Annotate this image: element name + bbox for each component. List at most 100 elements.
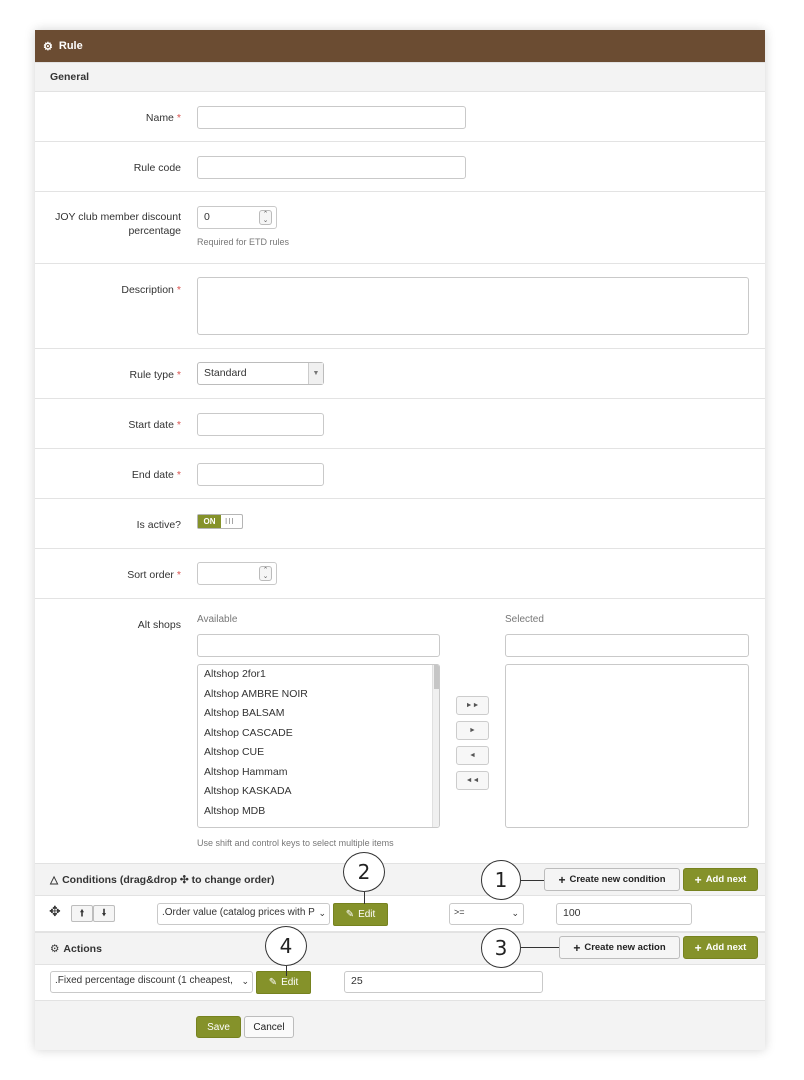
panel-title-bar: ⚙ Rule — [35, 30, 765, 62]
action-type-select[interactable]: .Fixed percentage discount (1 cheapest, … — [50, 971, 253, 993]
move-right-button[interactable]: ► — [456, 721, 489, 740]
list-scrollbar[interactable] — [432, 665, 439, 827]
action-type-value: .Fixed percentage discount (1 cheapest, — [55, 975, 233, 986]
selected-label: Selected — [505, 614, 544, 625]
move-all-left-button[interactable]: ◄◄ — [456, 771, 489, 790]
scroll-thumb[interactable] — [434, 665, 439, 689]
condition-amount-input[interactable]: 100 — [556, 903, 692, 925]
move-all-right-button[interactable]: ►► — [456, 696, 489, 715]
edit-action-label: Edit — [281, 977, 299, 988]
condition-type-select[interactable]: .Order value (catalog prices with P ⌄ — [157, 903, 330, 925]
callout-1-line — [521, 880, 544, 881]
sort-order-input[interactable]: ⌃ ⌄ — [197, 562, 277, 585]
create-new-condition-button[interactable]: + Create new condition — [544, 868, 680, 891]
save-button[interactable]: Save — [196, 1016, 241, 1038]
end-date-input[interactable] — [197, 463, 324, 486]
drag-handle-icon[interactable]: ✥ — [49, 903, 61, 920]
callout-3-line — [521, 947, 559, 948]
rule-type-row: Rule type * Standard ▼ — [35, 349, 765, 399]
plus-icon: + — [694, 872, 702, 887]
spinner-icon[interactable]: ⌃ ⌄ — [259, 566, 272, 581]
actions-heading: Actions — [63, 942, 102, 955]
callout-4: 4 — [265, 926, 307, 966]
pencil-icon: ✎ — [345, 909, 355, 920]
move-down-button[interactable]: 🠛 — [93, 905, 115, 922]
list-item[interactable]: Altshop MDB — [198, 802, 439, 822]
available-filter-input[interactable] — [197, 634, 440, 657]
general-section-header: General — [35, 62, 765, 92]
chevron-down-icon: ⌄ — [318, 908, 326, 919]
available-list[interactable]: Altshop 2for1 Altshop AMBRE NOIR Altshop… — [197, 664, 440, 828]
chevron-right-icon: ► — [469, 727, 476, 734]
list-item[interactable]: Altshop 2for1 — [198, 665, 439, 685]
multi-select-help: Use shift and control keys to select mul… — [197, 838, 394, 848]
discount-row: JOY club member discount percentage 0 ⌃ ⌄ … — [35, 192, 765, 264]
rule-type-select[interactable]: Standard ▼ — [197, 362, 324, 385]
condition-row: ✥ 🠙 🠛 .Order value (catalog prices with … — [35, 896, 765, 932]
list-item[interactable]: Altshop Hammam — [198, 763, 439, 783]
edit-condition-button[interactable]: ✎ Edit — [333, 903, 388, 926]
plus-icon: + — [558, 872, 566, 887]
flask-icon: △ — [50, 873, 59, 886]
list-item[interactable]: Altshop CUE — [198, 743, 439, 763]
discount-help: Required for ETD rules — [197, 237, 290, 247]
is-active-label: Is active? — [136, 519, 181, 531]
alt-shops-label: Alt shops — [137, 619, 181, 631]
edit-action-button[interactable]: ✎ Edit — [256, 971, 311, 994]
create-action-label: Create new action — [584, 942, 666, 953]
list-item[interactable]: Altshop BALSAM — [198, 704, 439, 724]
description-textarea[interactable] — [197, 277, 749, 335]
callout-4-line — [286, 966, 287, 976]
chevron-down-icon: ⌄ — [241, 976, 249, 987]
chevron-left-icon: ◄ — [469, 752, 476, 759]
gears-icon: ⚙ — [50, 942, 60, 955]
list-item[interactable]: Altshop AMBRE NOIR — [198, 685, 439, 705]
is-active-toggle[interactable]: ON III — [197, 514, 243, 529]
name-input[interactable] — [197, 106, 466, 129]
end-date-row: End date * — [35, 449, 765, 499]
sort-order-label: Sort order * — [127, 569, 181, 581]
list-item[interactable]: Altshop CASCADE — [198, 724, 439, 744]
selected-filter-input[interactable] — [505, 634, 749, 657]
chevron-down-icon: ⌄ — [511, 908, 519, 918]
spinner-icon[interactable]: ⌃ ⌄ — [259, 210, 272, 225]
double-chevron-right-icon: ►► — [465, 702, 480, 709]
name-row: Name * — [35, 92, 765, 142]
add-next-condition-button[interactable]: + Add next — [683, 868, 758, 891]
action-amount-input[interactable]: 25 — [344, 971, 543, 993]
create-condition-label: Create new condition — [569, 874, 666, 885]
pencil-icon: ✎ — [268, 977, 278, 988]
action-row: .Fixed percentage discount (1 cheapest, … — [35, 965, 765, 1000]
sort-order-row: Sort order * ⌃ ⌄ — [35, 549, 765, 599]
rule-code-label: Rule code — [133, 162, 181, 174]
list-item[interactable]: Altshop KASKADA — [198, 782, 439, 802]
discount-label: JOY club member discount percentage — [55, 211, 181, 237]
selected-list[interactable] — [505, 664, 749, 828]
start-date-input[interactable] — [197, 413, 324, 436]
add-next-action-label: Add next — [705, 942, 747, 953]
add-next-condition-label: Add next — [705, 874, 747, 885]
rule-code-input[interactable] — [197, 156, 466, 179]
condition-type-value: .Order value (catalog prices with P — [162, 907, 315, 918]
operator-value: >= — [454, 907, 465, 917]
callout-2: 2 — [343, 852, 385, 892]
toggle-grip-icon: III — [225, 517, 235, 526]
create-new-action-button[interactable]: + Create new action — [559, 936, 680, 959]
rule-type-label: Rule type * — [129, 369, 181, 381]
rule-type-value: Standard — [204, 367, 247, 379]
move-up-button[interactable]: 🠙 — [71, 905, 93, 922]
arrow-up-icon: 🠙 — [79, 908, 85, 919]
plus-icon: + — [573, 940, 581, 955]
start-date-label: Start date * — [128, 419, 181, 431]
description-label: Description * — [121, 284, 181, 296]
discount-input[interactable]: 0 ⌃ ⌄ — [197, 206, 277, 229]
toggle-on-label: ON — [198, 515, 221, 528]
general-heading: General — [50, 71, 90, 83]
condition-operator-select[interactable]: >= ⌄ — [449, 903, 524, 925]
cancel-button[interactable]: Cancel — [244, 1016, 294, 1038]
alt-shops-row: Alt shops Available Selected Altshop 2fo… — [35, 599, 765, 863]
callout-1: 1 — [481, 860, 521, 900]
add-next-action-button[interactable]: + Add next — [683, 936, 758, 959]
name-label: Name * — [145, 112, 181, 124]
move-left-button[interactable]: ◄ — [456, 746, 489, 765]
